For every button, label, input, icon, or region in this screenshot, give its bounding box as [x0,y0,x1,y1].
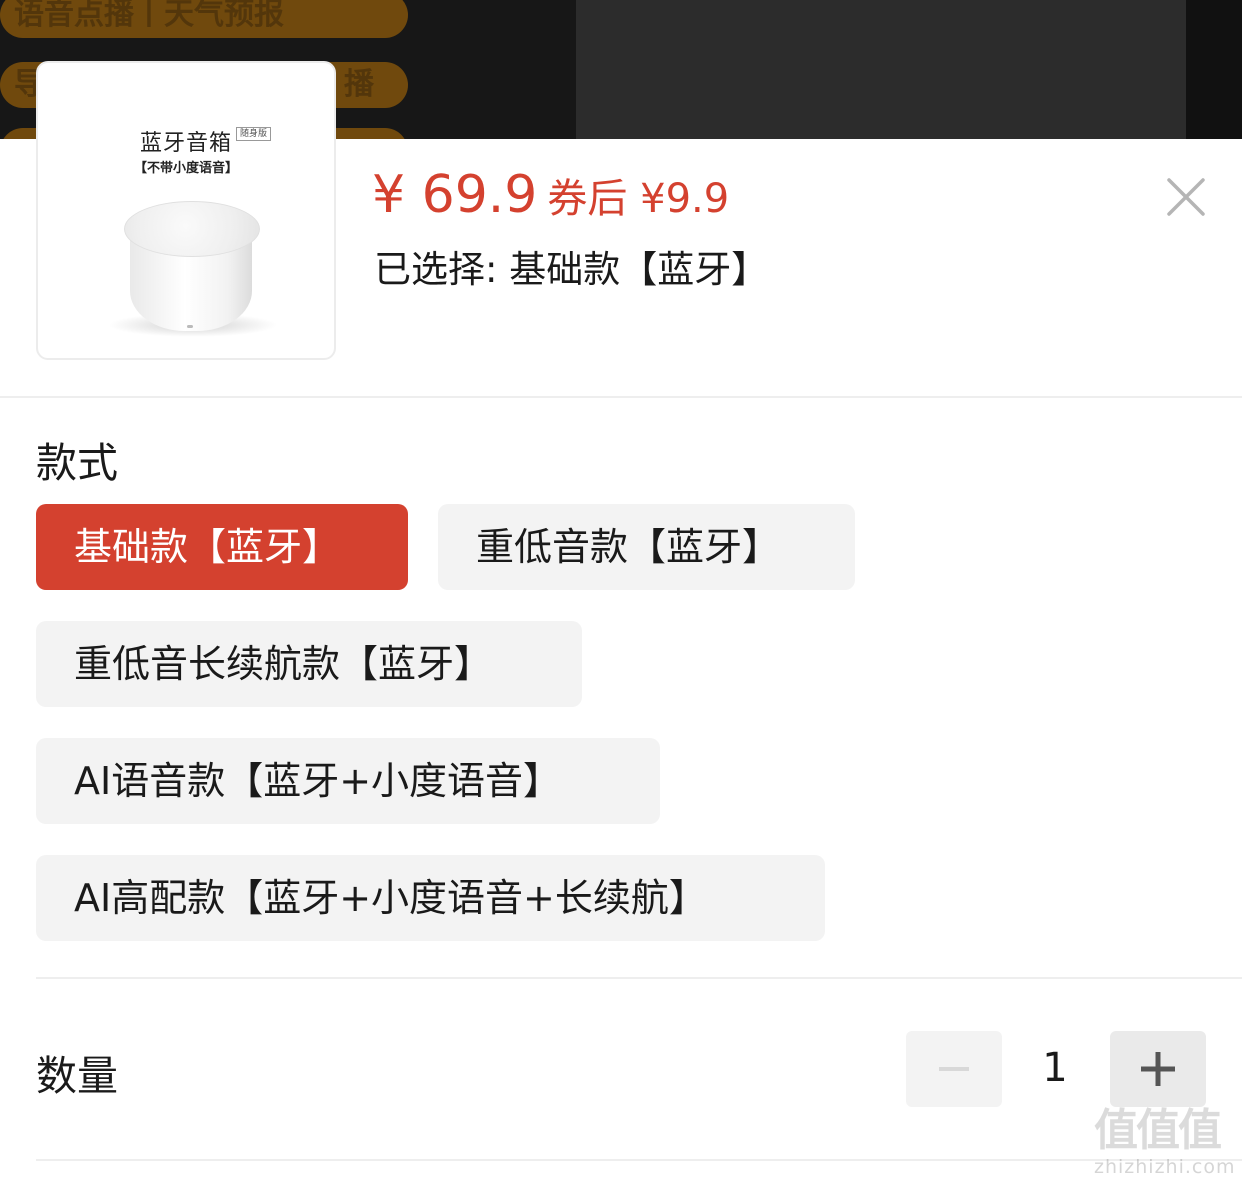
price-row: ¥ 69.9 券后 ¥9.9 [372,165,729,225]
divider [0,396,1242,398]
style-option-basic[interactable]: 基础款【蓝牙】 [36,504,408,590]
close-button[interactable] [1164,175,1208,219]
selected-variant: 已选择: 基础款【蓝牙】 [374,248,769,291]
quantity-label: 数量 [36,1052,118,1100]
background-pill: 语音点播丨天气预报 [0,0,408,38]
plus-icon [1141,1052,1175,1086]
style-option-ai-voice[interactable]: AI语音款【蓝牙+小度语音】 [36,738,660,824]
product-image-subtitle: 【不带小度语音】 [133,161,238,176]
background-video [576,0,1186,140]
watermark: 值值值 zhizhizhi.com [1090,1104,1240,1184]
product-image-title: 蓝牙音箱 [139,131,232,156]
background-edge [1186,0,1242,140]
quantity-increase-button[interactable] [1110,1031,1206,1107]
product-image-tag: 随身版 [236,127,272,141]
style-section-title: 款式 [36,439,118,487]
style-option-ai-premium[interactable]: AI高配款【蓝牙+小度语音+长续航】 [36,855,825,941]
coupon-price: 券后 ¥9.9 [547,176,730,222]
watermark-url: zhizhizhi.com [1094,1156,1236,1178]
divider [36,977,1242,979]
watermark-logo: 值值值 [1094,1105,1222,1156]
quantity-decrease-button[interactable] [906,1031,1002,1107]
speaker-led [187,325,193,328]
style-option-bass-long-battery[interactable]: 重低音长续航款【蓝牙】 [36,621,582,707]
product-image[interactable]: 蓝牙音箱 随身版 【不带小度语音】 [36,61,336,360]
speaker-grille [124,201,260,257]
close-icon [1167,178,1205,216]
minus-icon [939,1067,969,1071]
divider [36,1159,1242,1161]
style-option-bass[interactable]: 重低音款【蓝牙】 [438,504,855,590]
price: ¥ 69.9 [372,165,538,225]
quantity-value[interactable]: 1 [1020,1043,1090,1093]
